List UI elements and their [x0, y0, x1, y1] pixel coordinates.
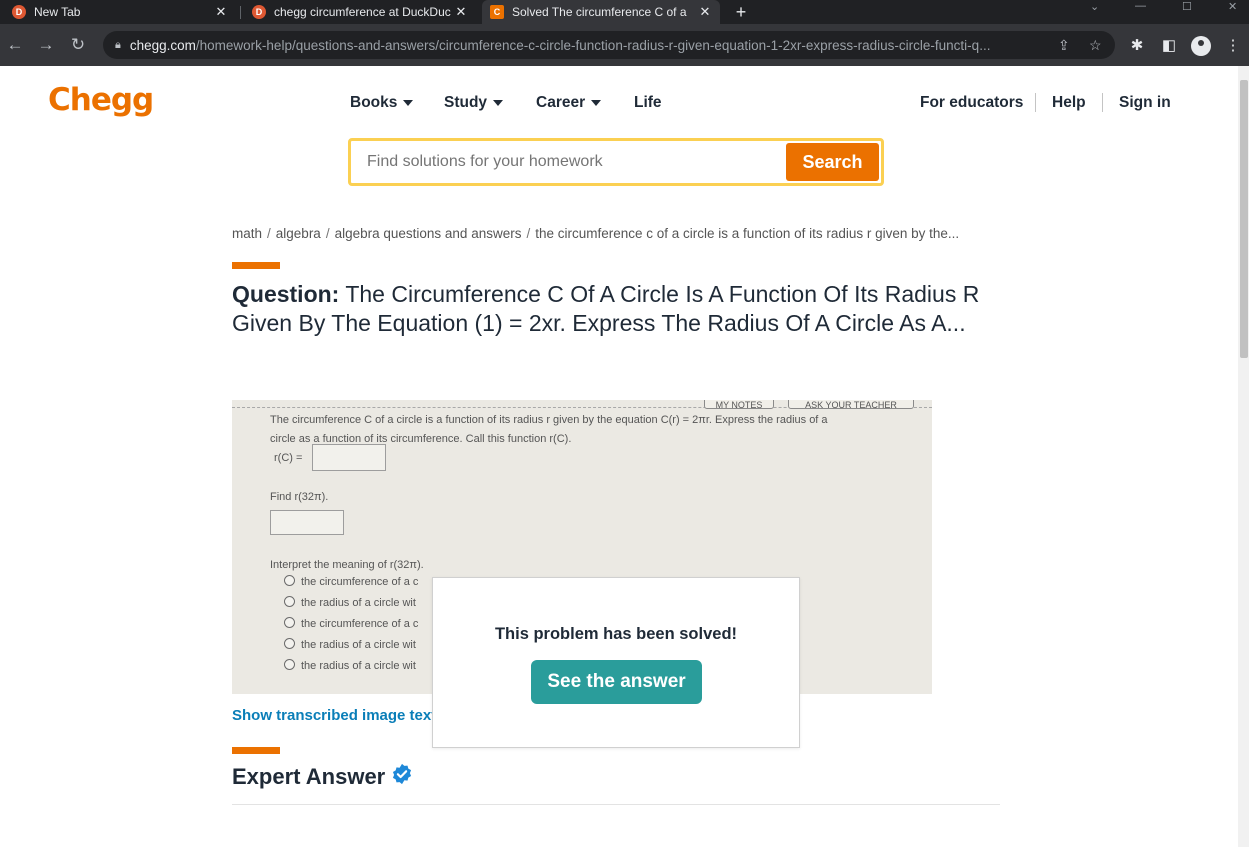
question-title: Question: The Circumference C Of A Circl… — [232, 281, 980, 336]
menu-kebab-icon[interactable]: ⋮ — [1222, 33, 1244, 57]
nav-study[interactable]: Study — [444, 94, 504, 112]
browser-toolbar: ← → ↻ 🔒︎ chegg.com/homework-help/questio… — [0, 24, 1249, 66]
nav-help[interactable]: Help — [1052, 94, 1086, 112]
divider — [232, 804, 1000, 805]
url-text: chegg.com/homework-help/questions-and-an… — [129, 37, 991, 53]
address-bar[interactable]: 🔒︎ chegg.com/homework-help/questions-and… — [103, 31, 1115, 59]
share-icon[interactable]: ⇪ — [1058, 37, 1070, 54]
scrollbar-thumb[interactable] — [1240, 80, 1248, 358]
close-tab-icon[interactable]: ✕ — [698, 4, 712, 20]
close-tab-icon[interactable]: ✕ — [214, 4, 228, 20]
duckduckgo-icon: D — [252, 5, 266, 19]
nav-divider — [1102, 93, 1103, 112]
solved-popup: This problem has been solved! See the an… — [432, 577, 800, 748]
show-transcribed-link[interactable]: Show transcribed image text — [232, 707, 436, 724]
close-window-icon[interactable]: ✕ — [1228, 0, 1237, 14]
radio-option-icon — [284, 617, 295, 628]
nav-career[interactable]: Career — [536, 94, 602, 112]
tab-duckduckgo-search[interactable]: D chegg circumference at DuckDuc ✕ — [244, 0, 476, 24]
duckduckgo-icon: D — [12, 5, 26, 19]
solved-message: This problem has been solved! — [494, 625, 738, 643]
close-tab-icon[interactable]: ✕ — [454, 4, 468, 20]
nav-life[interactable]: Life — [634, 94, 662, 112]
forward-icon[interactable]: → — [35, 33, 57, 57]
caret-down-icon — [591, 100, 602, 106]
my-notes-pill: MY NOTES — [704, 400, 774, 410]
bookmark-star-icon[interactable]: ☆ — [1089, 37, 1102, 54]
breadcrumb-math[interactable]: math — [232, 226, 262, 241]
maximize-icon[interactable]: ☐ — [1182, 0, 1192, 14]
profile-avatar-icon[interactable] — [1191, 36, 1211, 56]
section-accent-bar — [232, 747, 280, 754]
breadcrumb-algebra[interactable]: algebra — [276, 226, 321, 241]
chegg-logo[interactable]: Chegg — [48, 82, 154, 118]
nav-divider — [1035, 93, 1036, 112]
caret-down-icon — [403, 100, 414, 106]
nav-sign-in[interactable]: Sign in — [1119, 94, 1171, 112]
breadcrumb-algebra-qa[interactable]: algebra questions and answers — [335, 226, 522, 241]
expert-answer-heading: Expert Answer — [232, 763, 413, 790]
browser-tab-strip: D New Tab ✕ D chegg circumference at Duc… — [0, 0, 1249, 24]
verified-badge-icon — [393, 763, 412, 785]
radio-option-icon — [284, 575, 295, 586]
radio-option-icon — [284, 659, 295, 670]
ask-teacher-pill: ASK YOUR TEACHER — [788, 400, 914, 410]
extensions-icon[interactable]: ✱ — [1126, 33, 1148, 57]
nav-for-educators[interactable]: For educators — [920, 94, 1023, 112]
side-panel-icon[interactable]: ◧ — [1158, 33, 1180, 57]
new-tab-button[interactable]: + — [730, 0, 752, 24]
search-button[interactable]: Search — [786, 143, 879, 181]
homework-search: Search — [348, 138, 884, 186]
nav-books[interactable]: Books — [350, 94, 414, 112]
breadcrumb: math / algebra / algebra questions and answe… — [232, 226, 960, 241]
tab-chegg-active[interactable]: C Solved The circumference C of a ✕ — [482, 0, 720, 24]
tab-search-icon[interactable]: ⌄ — [1090, 0, 1099, 14]
radio-option-icon — [284, 596, 295, 607]
reload-icon[interactable]: ↻ — [67, 33, 89, 57]
breadcrumb-current: the circumference c of a circle is a fun… — [535, 226, 960, 241]
tab-new-tab[interactable]: D New Tab ✕ — [4, 0, 236, 24]
radio-option-icon — [284, 638, 295, 649]
section-accent-bar — [232, 262, 280, 269]
chegg-icon: C — [490, 5, 504, 19]
search-input[interactable] — [367, 141, 767, 183]
lock-icon: 🔒︎ — [115, 38, 121, 51]
caret-down-icon — [493, 100, 504, 106]
minimize-icon[interactable]: — — [1135, 0, 1146, 14]
answer-box-find — [270, 510, 344, 535]
see-answer-button[interactable]: See the answer — [531, 660, 702, 704]
answer-box-rc — [312, 444, 386, 471]
back-icon[interactable]: ← — [4, 33, 26, 57]
